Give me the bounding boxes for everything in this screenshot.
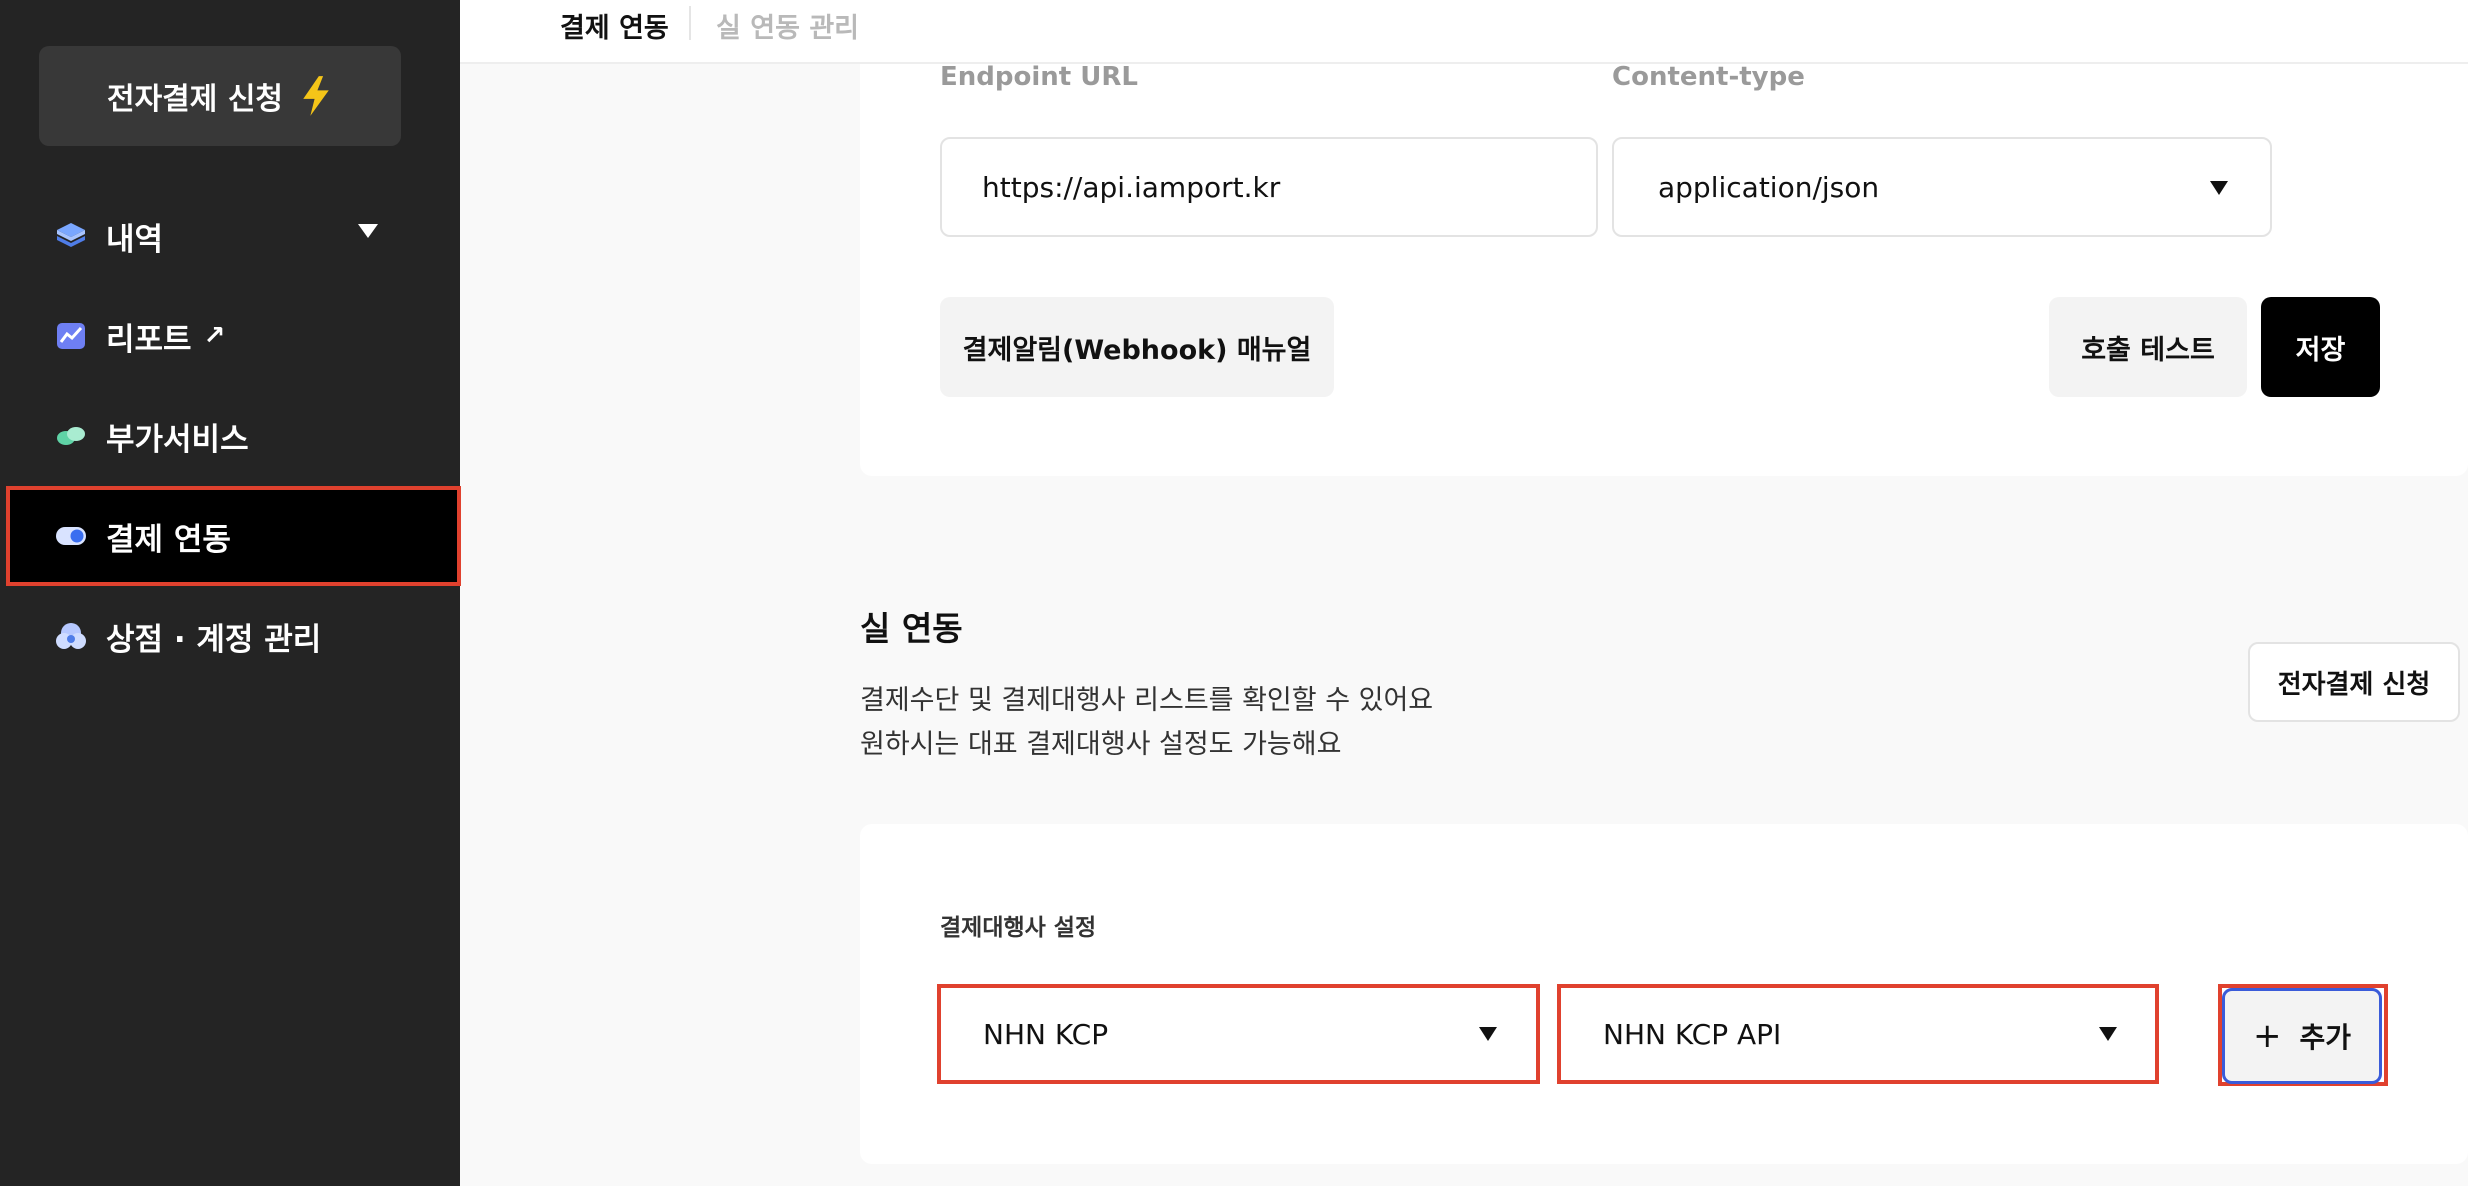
webhook-manual-button[interactable]: 결제알림(Webhook) 매뉴얼 bbox=[940, 297, 1334, 397]
content-type-value: application/json bbox=[1658, 170, 1880, 204]
pg-select-value: NHN KCP bbox=[983, 1017, 1109, 1051]
pg-select[interactable]: NHN KCP bbox=[937, 984, 1540, 1084]
pg-type-select[interactable]: NHN KCP API bbox=[1557, 984, 2159, 1084]
tab-payment-integration[interactable]: 결제 연동 bbox=[560, 6, 669, 45]
plus-icon: + bbox=[2252, 1016, 2282, 1056]
call-test-button[interactable]: 호출 테스트 bbox=[2049, 297, 2247, 397]
endpoint-url-value: https://api.iamport.kr bbox=[982, 170, 1281, 204]
chevron-down-icon bbox=[2099, 1027, 2117, 1041]
pg-setting-label: 결제대행사 설정 bbox=[940, 915, 1097, 941]
endpoint-url-input[interactable]: https://api.iamport.kr bbox=[940, 137, 1598, 237]
sidebar-item-label: 결제 연동 bbox=[106, 521, 231, 558]
sidebar-item-label: 리포트 bbox=[106, 321, 192, 358]
chevron-down-icon bbox=[1479, 1027, 1497, 1041]
tab-divider bbox=[689, 6, 691, 40]
section-description-line2: 원하시는 대표 결제대행사 설정도 가능해요 bbox=[860, 729, 1342, 760]
add-pg-button[interactable]: + 추가 bbox=[2222, 988, 2382, 1084]
section-description-line1: 결제수단 및 결제대행사 리스트를 확인할 수 있어요 bbox=[860, 685, 1434, 716]
webhook-card bbox=[860, 64, 2468, 476]
layers-icon bbox=[54, 219, 88, 253]
e-payment-apply-outline-button[interactable]: 전자결제 신청 bbox=[2248, 642, 2460, 722]
lightning-icon bbox=[303, 76, 329, 116]
sidebar-item-payment-integration[interactable]: 결제 연동 bbox=[6, 486, 461, 586]
e-payment-apply-button[interactable]: 전자결제 신청 bbox=[39, 46, 401, 146]
top-tab-bar: 결제 연동 실 연동 관리 bbox=[460, 0, 2468, 64]
sidebar-item-store-account[interactable]: 상점 · 계정 관리 bbox=[6, 586, 461, 686]
tab-live-integration-management[interactable]: 실 연동 관리 bbox=[716, 6, 859, 45]
save-button[interactable]: 저장 bbox=[2261, 297, 2380, 397]
apply-button-label: 전자결제 신청 bbox=[106, 82, 284, 117]
chevron-down-icon bbox=[2210, 181, 2228, 195]
toggle-icon bbox=[54, 519, 88, 553]
sidebar-item-report[interactable]: 리포트 ↗ bbox=[6, 286, 461, 386]
pg-type-select-value: NHN KCP API bbox=[1603, 1017, 1782, 1051]
add-button-label: 추가 bbox=[2299, 1021, 2352, 1054]
section-title: 실 연동 bbox=[860, 609, 963, 648]
pills-icon bbox=[54, 419, 88, 453]
sidebar-item-label: 부가서비스 bbox=[106, 421, 249, 458]
chevron-down-icon bbox=[358, 224, 378, 238]
endpoint-url-label: Endpoint URL bbox=[940, 62, 1138, 92]
sidebar: 전자결제 신청 내역 리포트 ↗ 부가서비스 결제 연동 상점 · 계정 관리 bbox=[0, 0, 461, 1186]
cloud-users-icon bbox=[54, 619, 88, 653]
chart-icon bbox=[54, 319, 88, 353]
content-type-label: Content-type bbox=[1612, 62, 1805, 92]
sidebar-item-label: 상점 · 계정 관리 bbox=[106, 621, 322, 658]
external-link-icon: ↗ bbox=[203, 321, 226, 351]
sidebar-item-history[interactable]: 내역 bbox=[6, 186, 461, 286]
content-type-select[interactable]: application/json bbox=[1612, 137, 2272, 237]
sidebar-item-label: 내역 bbox=[106, 221, 164, 258]
sidebar-item-addon[interactable]: 부가서비스 bbox=[6, 386, 461, 486]
